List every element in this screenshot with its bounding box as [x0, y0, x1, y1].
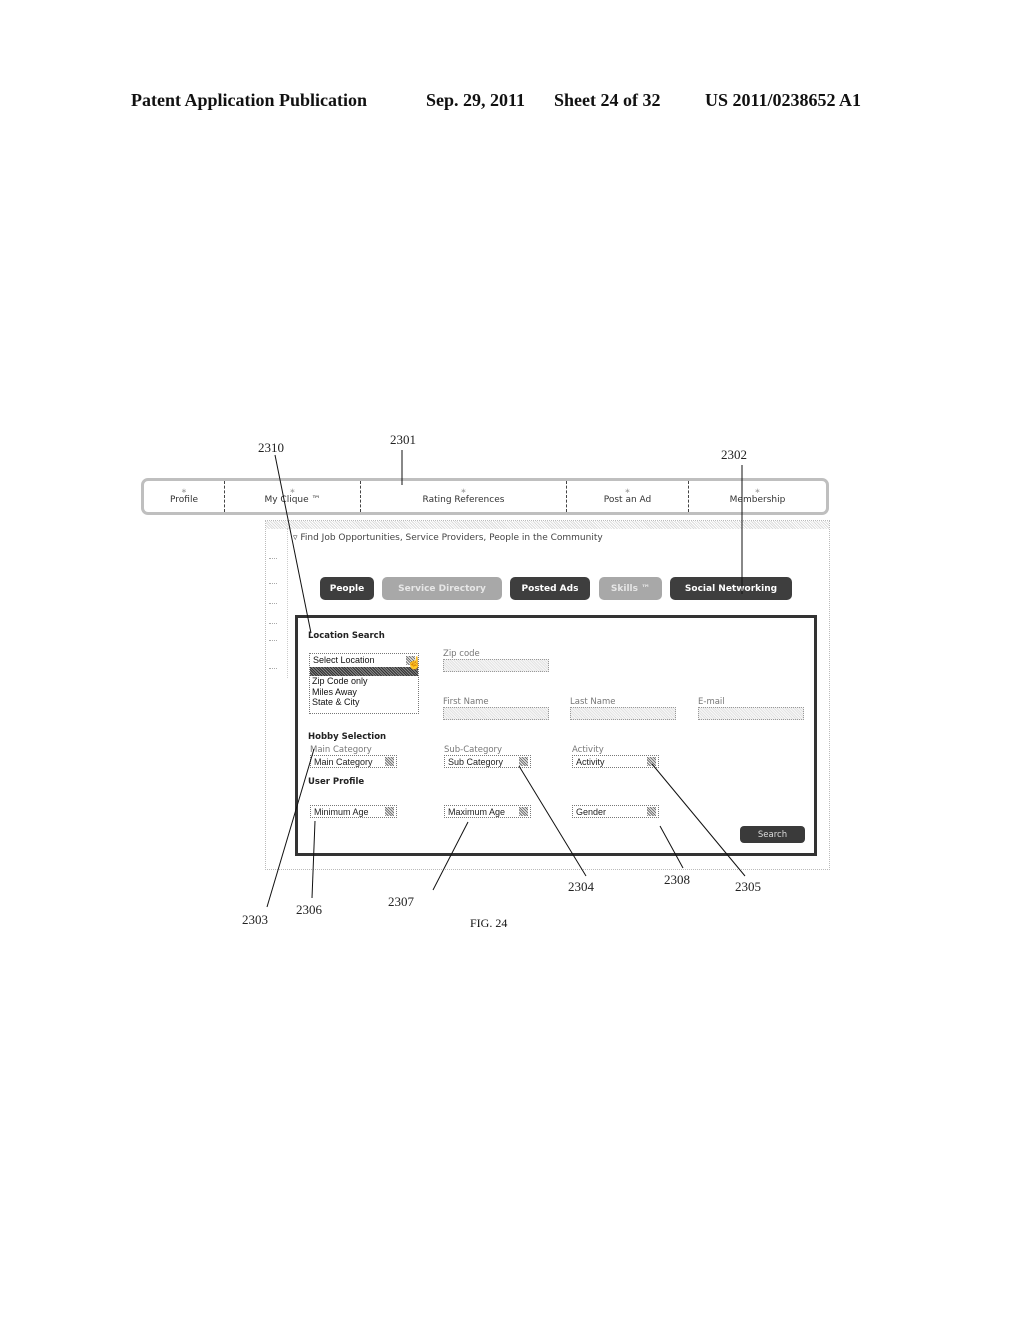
tab-people[interactable]: People — [320, 577, 374, 600]
nav-dot-icon: ∗ — [624, 487, 631, 495]
maximum-age-select[interactable]: Maximum Age — [444, 805, 531, 818]
nav-label: Rating References — [422, 495, 505, 505]
patent-number: US 2011/0238652 A1 — [705, 90, 862, 110]
email-label: E-mail — [698, 697, 725, 707]
sub-category-select[interactable]: Sub Category — [444, 755, 531, 768]
sub-category-value: Sub Category — [448, 757, 504, 767]
sub-category-label: Sub-Category — [444, 745, 503, 755]
main-category-select[interactable]: Main Category — [310, 755, 397, 768]
location-option-state-city[interactable]: State & City — [310, 697, 418, 708]
ref-2304: 2304 — [568, 879, 594, 894]
nav-label: Profile — [170, 495, 198, 505]
chevron-down-icon — [647, 757, 656, 766]
ref-2308: 2308 — [664, 872, 690, 887]
tab-skills[interactable]: Skills ™ — [599, 577, 662, 600]
nav-rating-references[interactable]: ∗ Rating References — [361, 481, 567, 512]
main-category-value: Main Category — [314, 757, 373, 767]
chevron-down-icon — [385, 807, 394, 816]
last-name-label: Last Name — [570, 697, 616, 707]
location-option-miles-away[interactable]: Miles Away — [310, 687, 418, 698]
location-select-value: Select Location — [313, 655, 375, 665]
last-name-input[interactable] — [570, 707, 676, 720]
ref-2302: 2302 — [721, 447, 747, 462]
tab-social-networking[interactable]: Social Networking — [670, 577, 792, 600]
panel-top-border — [266, 521, 829, 529]
nav-label: Membership — [729, 495, 786, 505]
zip-code-input[interactable] — [443, 659, 549, 672]
gender-select[interactable]: Gender — [572, 805, 659, 818]
nav-my-clique[interactable]: ∗ My Clique ™ — [225, 481, 361, 512]
mouse-cursor-icon: ☝ — [407, 656, 422, 670]
sheet-number: Sheet 24 of 32 — [554, 90, 661, 110]
search-button[interactable]: Search — [740, 826, 805, 843]
nav-label: My Clique ™ — [264, 495, 321, 505]
dropdown-highlight — [310, 667, 418, 676]
chevron-down-icon — [519, 757, 528, 766]
chevron-down-icon — [647, 807, 656, 816]
publication-label: Patent Application Publication — [131, 90, 368, 110]
panel-title: ▿ Find Job Opportunities, Service Provid… — [293, 533, 603, 543]
activity-value: Activity — [576, 757, 605, 767]
nav-dot-icon: ∗ — [289, 487, 296, 495]
gender-value: Gender — [576, 807, 607, 817]
nav-profile[interactable]: ∗ Profile — [144, 481, 225, 512]
ref-2307: 2307 — [388, 894, 414, 909]
nav-dot-icon: ∗ — [460, 487, 467, 495]
ref-2310: 2310 — [258, 440, 284, 455]
activity-select[interactable]: Activity — [572, 755, 659, 768]
main-category-label: Main Category — [310, 745, 372, 755]
ref-2306: 2306 — [296, 902, 322, 917]
nav-dot-icon: ∗ — [754, 487, 761, 495]
zip-code-label: Zip code — [443, 649, 480, 659]
tab-posted-ads[interactable]: Posted Ads — [510, 577, 590, 600]
minimum-age-value: Minimum Age — [314, 807, 369, 817]
chevron-down-icon — [385, 757, 394, 766]
main-nav-bar: ∗ Profile ∗ My Clique ™ ∗ Rating Referen… — [141, 478, 829, 515]
chevron-down-icon — [519, 807, 528, 816]
ref-2301: 2301 — [390, 432, 416, 447]
nav-label: Post an Ad — [603, 495, 652, 505]
nav-post-an-ad[interactable]: ∗ Post an Ad — [567, 481, 689, 512]
figure-caption: FIG. 24 — [470, 916, 508, 930]
side-rail — [265, 528, 288, 678]
first-name-input[interactable] — [443, 707, 549, 720]
nav-membership[interactable]: ∗ Membership — [689, 481, 826, 512]
publication-date: Sep. 29, 2011 — [426, 90, 526, 110]
first-name-label: First Name — [443, 697, 489, 707]
location-option-zip-code-only[interactable]: Zip Code only — [310, 676, 418, 687]
location-select-dropdown[interactable]: Select Location Zip Code only Miles Away… — [309, 653, 419, 714]
ref-2305: 2305 — [735, 879, 761, 894]
email-input[interactable] — [698, 707, 804, 720]
location-search-heading: Location Search — [308, 631, 385, 641]
nav-dot-icon: ∗ — [181, 487, 187, 495]
maximum-age-value: Maximum Age — [448, 807, 506, 817]
hobby-selection-heading: Hobby Selection — [308, 732, 387, 742]
tab-service-directory[interactable]: Service Directory — [382, 577, 502, 600]
ref-2303: 2303 — [242, 912, 268, 927]
user-profile-heading: User Profile — [308, 777, 365, 787]
minimum-age-select[interactable]: Minimum Age — [310, 805, 397, 818]
activity-label: Activity — [572, 745, 604, 755]
